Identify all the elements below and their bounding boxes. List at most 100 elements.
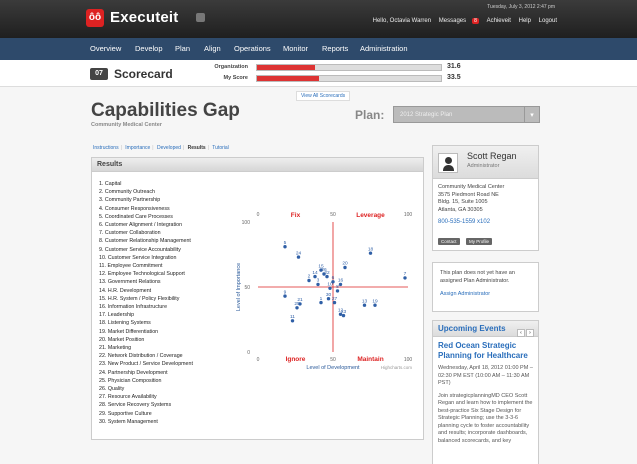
capability-item: 16. Information Infrastructure [99, 304, 168, 311]
nav-item-plan[interactable]: Plan [175, 44, 190, 53]
admin-note: This plan does not yet have an assigned … [433, 263, 538, 306]
tab-importance[interactable]: Importance [125, 145, 150, 151]
tab-separator: | [207, 145, 209, 151]
scorecard-strip: 07 Scorecard Organization 31.6 My Score … [0, 60, 637, 87]
data-point-label: 22 [324, 270, 330, 276]
capability-item: 6. Customer Alignment / Integration [99, 222, 183, 229]
data-point-label: 3 [317, 278, 320, 284]
capability-item: 10. Customer Service Integration [99, 254, 177, 261]
assign-administrator-link[interactable]: Assign Administrator [440, 291, 531, 299]
admin-note-card: This plan does not yet have an assigned … [432, 262, 539, 312]
view-all-scorecards-link[interactable]: View All Scorecards [296, 91, 351, 101]
events-heading-text: Upcoming Events [438, 324, 506, 333]
data-point-label: 10 [327, 282, 333, 288]
tab-instructions[interactable]: Instructions [93, 145, 119, 151]
my-score-fill [257, 76, 319, 81]
quadrant-label-ignore: Ignore [286, 356, 306, 363]
data-point-label: 19 [372, 298, 378, 304]
chevron-left-icon[interactable]: ‹ [517, 329, 525, 337]
address-line: Bldg. 15, Suite 1005 [438, 199, 488, 205]
capability-item: 5. Coordinated Care Processes [99, 213, 173, 220]
capability-item: 7. Customer Collaboration [99, 230, 161, 237]
address-line: 3575 Piedmont Road NE [438, 191, 499, 198]
data-point-label: 1 [320, 296, 323, 302]
messages-link[interactable]: Messages 8 [439, 18, 479, 24]
nav-item-overview[interactable]: Overview [90, 44, 121, 53]
capability-item: 19. Market Differentiation [99, 328, 159, 335]
plan-label: Plan: [355, 108, 385, 122]
profile-role: Administrator [467, 163, 500, 169]
logout-link[interactable]: Logout [539, 18, 557, 24]
events-pager: ‹ › [516, 325, 534, 341]
x-tick-label: 50 [330, 357, 336, 363]
current-date: Tuesday, July 3, 2012 2:47 pm [487, 4, 555, 10]
event-time: Wednesday, April 18, 2012 01:00 PM – 02:… [438, 365, 533, 386]
profile-actions: Contact My Profile [433, 225, 538, 253]
data-point-label: 11 [290, 314, 295, 320]
tab-developed[interactable]: Developed [157, 145, 181, 151]
my-score-bar [256, 75, 442, 82]
nav-item-reports[interactable]: Reports [322, 44, 348, 53]
app-logo[interactable]: Executeit [110, 9, 179, 26]
page-title: Capabilities Gap [91, 100, 240, 121]
y-tick-label: 0 [247, 350, 250, 356]
help-link[interactable]: Help [519, 18, 531, 24]
capability-item: 11. Employee Commitment [99, 263, 163, 270]
data-point-label: 7 [404, 271, 407, 277]
capability-item: 30. System Management [99, 418, 158, 425]
capability-item: 13. Government Relations [99, 279, 161, 286]
capability-item: 9. Customer Service Accountability [99, 246, 181, 253]
achieveit-link[interactable]: Achieveit [487, 18, 511, 24]
chevron-right-icon[interactable]: › [526, 329, 534, 337]
nav-item-administration[interactable]: Administration [360, 44, 408, 53]
tab-tutorial[interactable]: Tutorial [212, 145, 229, 151]
data-point-label: 8 [336, 284, 339, 290]
messages-count-badge: 8 [472, 18, 479, 24]
logo-badge-icon [196, 13, 205, 22]
contact-button[interactable]: Contact [438, 238, 460, 245]
capability-item: 2. Community Outreach [99, 189, 155, 196]
tab-results[interactable]: Results [188, 145, 206, 151]
data-point-label: 14 [312, 270, 318, 276]
nav-item-develop[interactable]: Develop [135, 44, 163, 53]
capability-item: 23. New Product / Service Development [99, 361, 193, 368]
nav-item-align[interactable]: Align [204, 44, 221, 53]
data-point-label: 20 [342, 261, 348, 267]
data-point-label: 5 [284, 240, 287, 246]
address-line: Community Medical Center [438, 184, 505, 190]
x-axis-title: Level of Development [306, 365, 360, 371]
capability-item: 26. Quality [99, 386, 125, 393]
page-subtitle: Community Medical Center [91, 122, 162, 128]
user-greeting-menu[interactable]: Hello, Octavia Warren [373, 18, 431, 24]
my-profile-button[interactable]: My Profile [465, 238, 492, 245]
profile-address: Community Medical Center 3575 Piedmont R… [433, 179, 538, 219]
org-score-label: Organization [214, 64, 248, 70]
data-point-label: 30 [326, 292, 332, 298]
results-heading: Results [92, 158, 423, 172]
my-score-label: My Score [223, 75, 248, 81]
capabilities-gap-chart: 0 0 50 50 100 100 0 50 100 Fix Leverage Ignore Maint… [236, 212, 413, 371]
org-score-bar [256, 64, 442, 71]
nav-item-operations[interactable]: Operations [234, 44, 271, 53]
quadrant-label-leverage: Leverage [356, 212, 385, 219]
x-tick-label-top: 100 [404, 212, 413, 218]
quadrant-label-maintain: Maintain [357, 356, 383, 363]
capability-item: 4. Consumer Responsiveness [99, 205, 170, 212]
x-tick-label-top: 50 [330, 212, 336, 218]
admin-note-text: This plan does not yet have an assigned … [440, 270, 515, 284]
results-panel: Results 1. Capital 2. Community Outreach 3… [91, 157, 424, 440]
capability-item: 3. Community Partnership [99, 197, 161, 204]
address-line: Atlanta, GA 30305 [438, 206, 483, 213]
x-tick-label: 0 [257, 357, 260, 363]
nav-item-monitor[interactable]: Monitor [283, 44, 308, 53]
scorecard-icon: 07 [90, 68, 108, 80]
plan-select[interactable]: 2012 Strategic Plan ▾ [393, 106, 540, 123]
y-axis-title: Level of Importance [236, 263, 242, 311]
capability-item: 25. Physician Composition [99, 377, 162, 384]
capability-item: 27. Resource Availability [99, 394, 157, 401]
profile-name: Scott Regan [467, 151, 517, 161]
tab-separator: | [120, 145, 122, 151]
app-window: ôô Executeit Tuesday, July 3, 2012 2:47 … [0, 0, 637, 464]
my-score-value: 33.5 [447, 74, 461, 81]
capability-item: 17. Leadership [99, 312, 135, 319]
